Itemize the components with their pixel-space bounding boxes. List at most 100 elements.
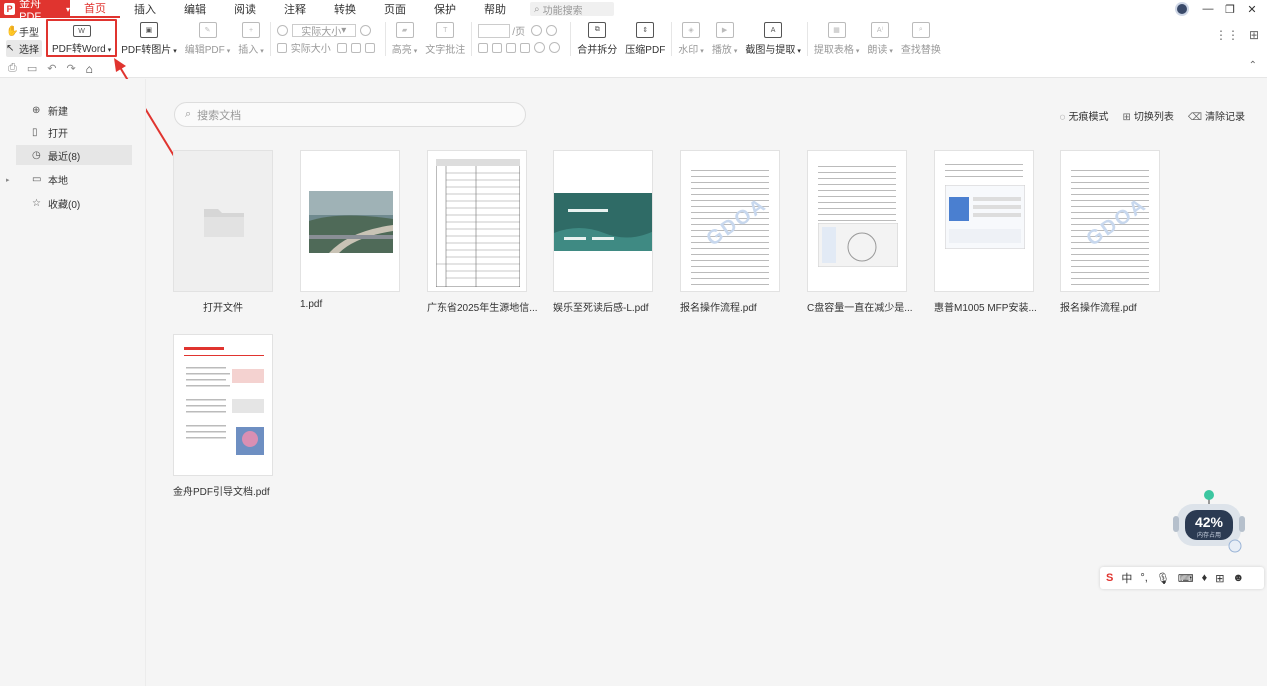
sogou-logo-icon[interactable]: S bbox=[1106, 572, 1113, 584]
minimize-icon[interactable]: — bbox=[1197, 3, 1219, 15]
sidebar-item-favorites[interactable]: ☆ 收藏(0) bbox=[16, 193, 132, 213]
insert-button[interactable]: + 插入 ▾ bbox=[234, 18, 268, 58]
actual-size-label[interactable]: 实际大小 bbox=[291, 40, 331, 55]
hand-tool-button[interactable]: ✋ 手型 bbox=[6, 23, 46, 40]
tab-help[interactable]: 帮助 bbox=[470, 0, 520, 18]
tab-annotate[interactable]: 注释 bbox=[270, 0, 320, 18]
print-icon[interactable]: ⎙ bbox=[8, 62, 17, 75]
file-thumbnail[interactable]: GDOA bbox=[680, 150, 780, 292]
edit-pdf-button[interactable]: ✎ 编辑PDF ▾ bbox=[181, 18, 235, 58]
file-thumbnail[interactable] bbox=[807, 150, 907, 292]
ime-language-toggle[interactable]: 中 bbox=[1121, 570, 1132, 586]
file-card[interactable]: 金舟PDF引导文档.pdf bbox=[173, 334, 273, 498]
clear-history-button[interactable]: ⌫ 清除记录 bbox=[1188, 108, 1245, 123]
switch-list-button[interactable]: ⊞ 切换列表 bbox=[1122, 108, 1173, 123]
file-thumbnail[interactable] bbox=[173, 334, 273, 476]
tab-page[interactable]: 页面 bbox=[370, 0, 420, 18]
prev-page-icon[interactable] bbox=[531, 25, 543, 36]
rotate-right-icon[interactable] bbox=[549, 42, 561, 53]
single-page-icon[interactable] bbox=[478, 42, 489, 53]
screenshot-extract-button[interactable]: A 截图与提取 ▾ bbox=[741, 18, 805, 58]
tab-read[interactable]: 阅读 bbox=[220, 0, 270, 18]
file-thumbnail[interactable] bbox=[300, 150, 400, 292]
open-file-thumbnail[interactable] bbox=[173, 150, 273, 292]
file-thumbnail[interactable] bbox=[934, 150, 1034, 292]
double-page-icon[interactable] bbox=[492, 42, 503, 53]
expand-caret-icon[interactable]: ▸ bbox=[6, 176, 10, 184]
sidebar-item-open[interactable]: ▯ 打开 bbox=[16, 122, 132, 142]
tab-edit[interactable]: 编辑 bbox=[170, 0, 220, 18]
merge-split-button[interactable]: ⧉ 合并拆分 bbox=[573, 18, 621, 58]
tab-home[interactable]: 首页 bbox=[70, 0, 120, 18]
pdf-to-image-button[interactable]: ▣ PDF转图片 ▾ bbox=[117, 18, 181, 58]
skin-icon[interactable]: ♦ bbox=[1202, 572, 1208, 584]
more-icon[interactable]: ⋮⋮ bbox=[1215, 28, 1239, 42]
highlight-button[interactable]: ▰ 高亮 ▾ bbox=[388, 18, 422, 58]
play-button[interactable]: ▶ 播放 ▾ bbox=[708, 18, 742, 58]
actual-size-icon[interactable] bbox=[276, 42, 287, 53]
zoom-select[interactable]: 实际大小 ▾ bbox=[291, 24, 356, 38]
home-icon[interactable]: ⌂ bbox=[86, 62, 93, 76]
sidebar-item-local[interactable]: ▭ 本地 bbox=[16, 169, 132, 189]
file-card[interactable]: GDOA 报名操作流程.pdf bbox=[1060, 150, 1160, 314]
app-menu-button[interactable]: P 金舟PDF ▾ bbox=[0, 0, 70, 23]
toolbox-icon[interactable]: ⊞ bbox=[1215, 572, 1224, 585]
file-card[interactable]: GDOA 报名操作流程.pdf bbox=[680, 150, 780, 314]
watermark-button[interactable]: ◈ 水印 ▾ bbox=[674, 18, 708, 58]
extract-table-button[interactable]: ▦ 提取表格 ▾ bbox=[810, 18, 864, 58]
file-card[interactable]: 惠普M1005 MFP安装... bbox=[934, 150, 1037, 314]
divider bbox=[471, 22, 473, 56]
tab-convert[interactable]: 转换 bbox=[320, 0, 370, 18]
file-card[interactable]: 广东省2025年生源地信... bbox=[427, 150, 538, 314]
file-thumbnail[interactable]: GDOA bbox=[1060, 150, 1160, 292]
keyboard-icon[interactable]: ⌨ bbox=[1178, 572, 1194, 585]
file-card[interactable]: 1.pdf bbox=[300, 150, 400, 310]
file-thumbnail[interactable] bbox=[427, 150, 527, 292]
incognito-button[interactable]: ◌ 无痕模式 bbox=[1060, 108, 1109, 123]
tab-protect[interactable]: 保护 bbox=[420, 0, 470, 18]
save-icon[interactable]: ▭ bbox=[27, 62, 37, 75]
select-tool-button[interactable]: ↖ 选择 bbox=[6, 40, 42, 57]
open-file-card[interactable]: 打开文件 bbox=[173, 150, 273, 314]
punctuation-icon[interactable]: °, bbox=[1140, 572, 1147, 584]
sidebar-item-recent[interactable]: ◷ 最近(8) bbox=[16, 145, 132, 165]
avatar[interactable] bbox=[1175, 2, 1189, 16]
next-page-icon[interactable] bbox=[546, 25, 558, 36]
compress-pdf-button[interactable]: ⇕ 压缩PDF bbox=[621, 18, 669, 58]
file-card[interactable]: 娱乐至死读后感-L.pdf bbox=[553, 150, 653, 314]
pdf-to-word-button[interactable]: W PDF转Word ▾ bbox=[46, 19, 118, 57]
tab-insert[interactable]: 插入 bbox=[120, 0, 170, 18]
document-search-input[interactable]: ⌕ 搜索文档 bbox=[174, 102, 526, 127]
memory-usage-widget[interactable]: 42% 内存占用 bbox=[1173, 490, 1245, 560]
text-comment-button[interactable]: T 文字批注 bbox=[421, 18, 469, 58]
landscape-photo-thumbnail bbox=[309, 191, 393, 253]
layout-icon[interactable]: ⊞ bbox=[1249, 28, 1259, 42]
text-comment-label: 文字批注 bbox=[425, 45, 466, 56]
zoom-out-icon[interactable] bbox=[276, 25, 288, 36]
close-icon[interactable]: ✕ bbox=[1241, 3, 1263, 16]
file-thumbnail[interactable] bbox=[553, 150, 653, 292]
rotate-left-icon[interactable] bbox=[534, 42, 546, 53]
find-replace-button[interactable]: ⌕ 查找替换 bbox=[897, 18, 945, 58]
page-number-input[interactable] bbox=[478, 23, 511, 38]
restore-icon[interactable]: ❐ bbox=[1219, 3, 1241, 16]
fit-width-icon[interactable] bbox=[336, 42, 347, 53]
insert-page-icon: + bbox=[242, 22, 261, 38]
file-card[interactable]: C盘容量一直在减少是... bbox=[807, 150, 913, 314]
read-aloud-button[interactable]: A⁾ 朗读 ▾ bbox=[863, 18, 897, 58]
cover-icon[interactable] bbox=[520, 42, 531, 53]
fit-page-icon[interactable] bbox=[350, 42, 361, 53]
hand-tool-label: 手型 bbox=[19, 28, 39, 39]
sidebar-item-new[interactable]: ⊕ 新建 bbox=[16, 100, 132, 120]
quick-access-toolbar: ⎙ ▭ ↶ ↷ ⌂ ⌃ bbox=[0, 60, 1267, 78]
redo-icon[interactable]: ↷ bbox=[66, 62, 75, 75]
collapse-ribbon-icon[interactable]: ⌃ bbox=[1249, 60, 1257, 71]
undo-icon[interactable]: ↶ bbox=[47, 62, 56, 75]
file-name: 广东省2025年生源地信... bbox=[427, 303, 538, 314]
rotate-view-icon[interactable] bbox=[364, 42, 375, 53]
continuous-icon[interactable] bbox=[506, 42, 517, 53]
feature-search-input[interactable]: ⌕ 功能搜索 bbox=[530, 2, 614, 17]
mascot-icon[interactable]: ☻ bbox=[1233, 572, 1245, 584]
zoom-in-icon[interactable] bbox=[359, 25, 371, 36]
microphone-icon[interactable]: 🎙 bbox=[1156, 572, 1170, 585]
